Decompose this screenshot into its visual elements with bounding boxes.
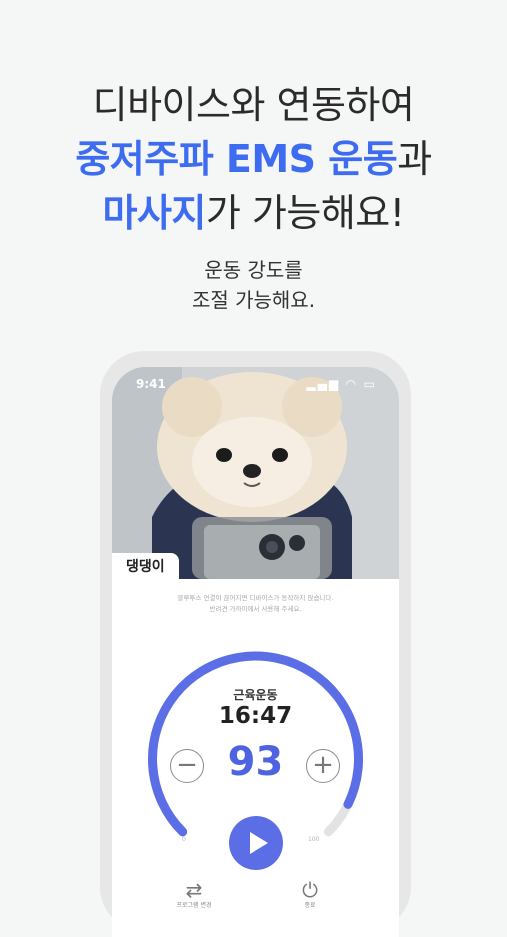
headline-line-1: 디바이스와 연동하여 xyxy=(92,83,415,127)
power-off-button[interactable]: ⏻ 종료 xyxy=(280,879,340,911)
headline-accent-massage: 마사지 xyxy=(102,191,206,235)
device-name-tab[interactable]: 댕댕이 xyxy=(112,553,179,579)
power-icon: ⏻ xyxy=(302,878,318,902)
status-time: 9:41 xyxy=(136,377,166,391)
minus-icon: − xyxy=(176,750,198,780)
status-bar: 9:41 ▂▄▆ ◠ ▭ xyxy=(112,377,399,395)
headline-line-3-rest: 가 가능해요! xyxy=(205,191,405,235)
headline-line-2-rest: 과 xyxy=(397,137,432,181)
status-icons: ▂▄▆ ◠ ▭ xyxy=(306,377,377,391)
gauge-min-tick: 0 xyxy=(182,836,186,843)
pomeranian-illustration xyxy=(112,367,399,579)
phone-screen: 9:41 ▂▄▆ ◠ ▭ 댕댕이 블루투스 연결이 끊어지면 디바이스가 동작하… xyxy=(112,367,399,937)
timer-display: 16:47 xyxy=(218,703,293,729)
repeat-icon: ⇄ xyxy=(185,878,203,902)
subheadline-line-2: 조절 가능해요. xyxy=(191,288,316,312)
headline-line-3: 마사지가 가능해요! xyxy=(0,186,507,240)
promo-headline: 디바이스와 연동하여 중저주파 EMS 운동과 마사지가 가능해요! xyxy=(0,78,507,240)
promo-subheadline: 운동 강도를 조절 가능해요. xyxy=(0,255,507,315)
phone-mockup: 9:41 ▂▄▆ ◠ ▭ 댕댕이 블루투스 연결이 끊어지면 디바이스가 동작하… xyxy=(100,351,411,937)
notice-line-1: 블루투스 연결이 끊어지면 디바이스가 동작하지 않습니다. xyxy=(177,594,334,602)
change-program-label: 프로그램 변경 xyxy=(176,902,212,909)
dog-photo: 9:41 ▂▄▆ ◠ ▭ 댕댕이 xyxy=(112,367,399,579)
intensity-value: 93 xyxy=(227,739,284,785)
plus-icon: + xyxy=(312,750,334,780)
power-off-label: 종료 xyxy=(304,902,316,909)
subheadline-line-1: 운동 강도를 xyxy=(204,258,303,282)
change-program-button[interactable]: ⇄ 프로그램 변경 xyxy=(164,879,224,911)
headline-line-2: 중저주파 EMS 운동과 xyxy=(0,132,507,186)
program-mode-label: 근육운동 xyxy=(233,688,278,702)
gauge-max-tick: 100 xyxy=(308,836,320,843)
play-button[interactable] xyxy=(229,816,283,870)
notice-line-2: 반려견 가까이에서 사용해 주세요. xyxy=(209,605,302,613)
decrease-intensity-button[interactable]: − xyxy=(170,749,204,783)
increase-intensity-button[interactable]: + xyxy=(306,749,340,783)
bluetooth-notice: 블루투스 연결이 끊어지면 디바이스가 동작하지 않습니다. 반려견 가까이에서… xyxy=(112,593,399,615)
headline-accent-ems: 중저주파 EMS 운동 xyxy=(75,137,398,181)
